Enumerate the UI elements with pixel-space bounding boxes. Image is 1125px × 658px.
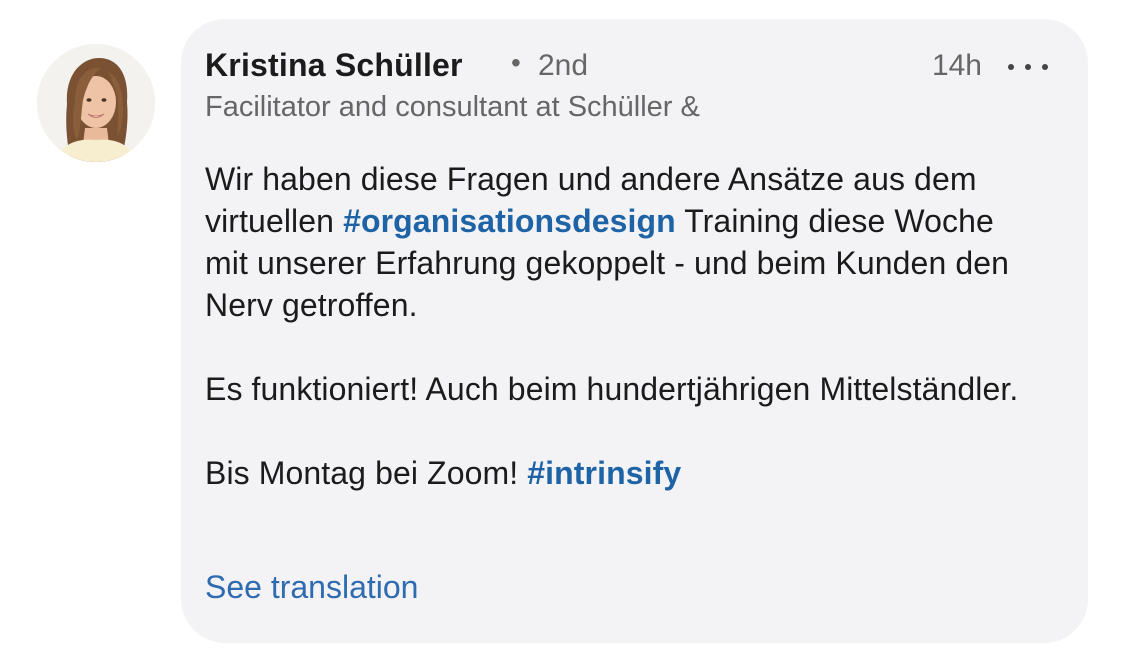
see-translation-link[interactable]: See translation: [205, 569, 418, 606]
comment-text: Es funktioniert! Auch beim hundertjährig…: [205, 371, 1019, 407]
author-avatar[interactable]: [37, 44, 155, 162]
comment-header: Kristina Schüller • 2nd 14h: [205, 47, 1048, 87]
avatar-portrait: [37, 44, 155, 162]
comment-thread: Kristina Schüller • 2nd 14h Facilitator …: [0, 0, 1125, 658]
comment-paragraph-2: Es funktioniert! Auch beim hundertjährig…: [205, 368, 1045, 410]
comment-paragraph-3: Bis Montag bei Zoom! #intrinsify: [205, 452, 1045, 494]
comment-body: Wir haben diese Fragen und andere Ansätz…: [205, 158, 1045, 494]
more-dot: [1008, 64, 1014, 70]
hashtag-organisationsdesign[interactable]: #organisationsdesign: [343, 203, 676, 239]
more-dot: [1042, 64, 1048, 70]
comment-paragraph-1: Wir haben diese Fragen und andere Ansätz…: [205, 158, 1045, 326]
author-headline: Facilitator and consultant at Schüller &: [205, 91, 700, 123]
author-name[interactable]: Kristina Schüller: [205, 47, 463, 84]
comment-text: Bis Montag bei Zoom!: [205, 455, 528, 491]
more-dot: [1025, 64, 1031, 70]
connection-degree: 2nd: [538, 49, 589, 82]
separator-dot: •: [511, 47, 521, 78]
hashtag-intrinsify[interactable]: #intrinsify: [527, 455, 681, 491]
comment-timestamp: 14h: [931, 49, 982, 82]
comment-bubble: Kristina Schüller • 2nd 14h Facilitator …: [181, 19, 1088, 643]
more-options-icon[interactable]: [1008, 59, 1048, 75]
